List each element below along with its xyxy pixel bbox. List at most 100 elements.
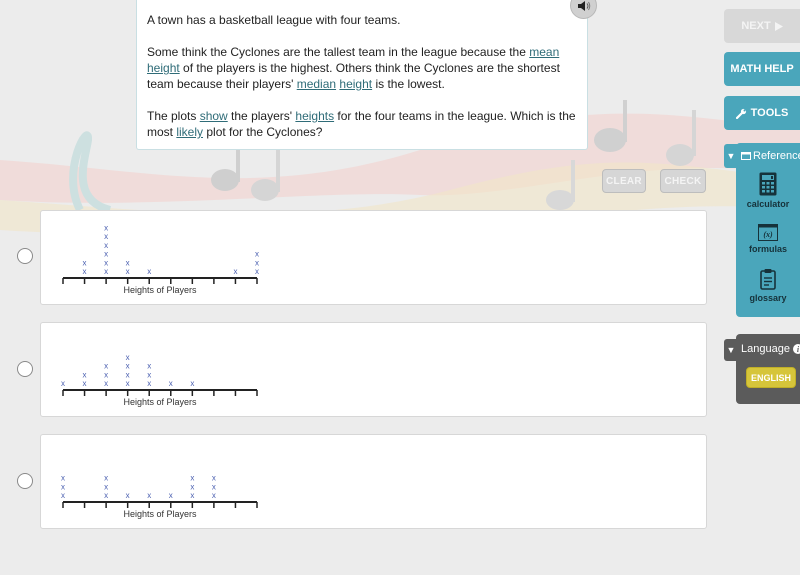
data-point-x: x xyxy=(255,267,259,276)
glossary-tool[interactable]: glossary xyxy=(736,268,800,303)
glossary-term-link[interactable]: heights xyxy=(295,109,334,123)
language-collapse-toggle[interactable]: ▼ xyxy=(724,339,738,361)
dot-plot-3: xxxxxxx x x xxxxxxHeights of Players xyxy=(61,474,258,519)
data-point-x: x xyxy=(147,379,151,388)
glossary-term-link[interactable]: height xyxy=(339,77,372,91)
option-3-card[interactable]: x x x x x x x x x x x x x x x Heights of Players xyxy=(40,434,707,529)
question-paragraph: A town has a basketball league with four… xyxy=(147,12,577,28)
formulas-tool[interactable]: (x) formulas xyxy=(736,224,800,254)
data-point-x: x xyxy=(212,474,216,483)
next-button[interactable]: NEXT xyxy=(724,9,800,43)
x-axis-label: Heights of Players xyxy=(123,285,197,295)
glossary-label: glossary xyxy=(749,293,787,303)
data-point-x: x xyxy=(104,491,108,500)
question-text: the players' xyxy=(227,109,296,123)
glossary-term-link[interactable]: height xyxy=(147,61,180,75)
data-point-x: x xyxy=(104,241,108,250)
question-paragraph: Some think the Cyclones are the tallest … xyxy=(147,44,577,92)
data-point-x: x xyxy=(255,250,259,259)
option-2-radio[interactable] xyxy=(17,361,33,377)
calculator-label: calculator xyxy=(746,199,790,209)
data-point-x: x xyxy=(104,474,108,483)
language-title: Language i xyxy=(741,343,800,355)
glossary-term-link[interactable]: likely xyxy=(176,125,203,139)
data-point-x: x xyxy=(61,474,65,483)
wrench-icon xyxy=(735,108,746,119)
glossary-icon xyxy=(760,269,776,290)
data-point-x: x xyxy=(104,250,108,259)
question-text: The plots xyxy=(147,109,200,123)
x-axis-label: Heights of Players xyxy=(123,509,197,519)
data-point-x: x xyxy=(104,379,108,388)
data-point-x: x xyxy=(147,267,151,276)
data-point-x: x xyxy=(126,362,130,371)
data-point-x: x xyxy=(104,258,108,267)
data-point-x: x xyxy=(126,258,130,267)
dot-plot-1: xxxxxxxxxxx x xxxHeights of Players xyxy=(62,224,259,295)
svg-text:(x): (x) xyxy=(763,230,773,239)
data-point-x: x xyxy=(126,491,130,500)
data-point-x: x xyxy=(104,370,108,379)
data-point-x: x xyxy=(83,258,87,267)
data-point-x: x xyxy=(190,379,194,388)
data-point-x: x xyxy=(212,491,216,500)
glossary-term-link[interactable]: show xyxy=(200,109,228,123)
glossary-term-link[interactable]: median xyxy=(297,77,336,91)
play-arrow-icon xyxy=(774,21,783,31)
english-language-button[interactable]: ENGLISH xyxy=(746,367,796,388)
formulas-label: formulas xyxy=(748,244,787,254)
question-text: Some think the Cyclones are the tallest … xyxy=(147,45,530,59)
math-help-button[interactable]: MATH HELP xyxy=(724,52,800,86)
data-point-x: x xyxy=(61,379,65,388)
tools-label: TOOLS xyxy=(750,107,789,119)
data-point-x: x xyxy=(104,232,108,241)
data-point-x: x xyxy=(104,267,108,276)
question-card: A town has a basketball league with four… xyxy=(136,0,588,150)
option-3-radio[interactable] xyxy=(17,473,33,489)
tools-button[interactable]: TOOLS xyxy=(724,96,800,130)
data-point-x: x xyxy=(233,267,237,276)
data-point-x: x xyxy=(169,491,173,500)
x-axis-label: Heights of Players xyxy=(123,397,197,407)
data-point-x: x xyxy=(190,491,194,500)
data-point-x: x xyxy=(83,267,87,276)
calculator-tool[interactable]: calculator xyxy=(736,172,800,209)
check-button[interactable]: CHECK xyxy=(660,169,706,193)
data-point-x: x xyxy=(147,370,151,379)
data-point-x: x xyxy=(61,491,65,500)
data-point-x: x xyxy=(104,362,108,371)
data-point-x: x xyxy=(169,379,173,388)
data-point-x: x xyxy=(126,370,130,379)
clear-button[interactable]: CLEAR xyxy=(602,169,646,193)
data-point-x: x xyxy=(212,482,216,491)
data-point-x: x xyxy=(190,474,194,483)
question-text: is the lowest. xyxy=(372,77,445,91)
math-help-label: MATH HELP xyxy=(730,63,794,75)
reference-icon xyxy=(741,152,751,160)
data-point-x: x xyxy=(83,379,87,388)
dot-plot-2: x xxxxxxxxxxxxx xHeights of Players xyxy=(61,353,258,407)
data-point-x: x xyxy=(126,379,130,388)
calculator-icon xyxy=(759,172,777,196)
option-1-radio[interactable] xyxy=(17,248,33,264)
formulas-icon: (x) xyxy=(758,224,778,241)
data-point-x: x xyxy=(104,482,108,491)
reference-title: Reference xyxy=(741,150,800,162)
option-1-card[interactable]: x x x x x x x x x x x x x x x Heights of Players xyxy=(40,210,707,305)
data-point-x: x xyxy=(190,482,194,491)
next-label: NEXT xyxy=(741,20,771,32)
info-icon[interactable]: i xyxy=(792,344,800,354)
data-point-x: x xyxy=(83,370,87,379)
question-text: A town has a basketball league with four… xyxy=(147,13,401,27)
speaker-icon xyxy=(577,0,590,11)
data-point-x: x xyxy=(61,482,65,491)
question-paragraph: The plots show the players' heights for … xyxy=(147,108,577,140)
option-2-card[interactable]: x x x x x x x x x x x x x x x Heights of Players xyxy=(40,322,707,417)
data-point-x: x xyxy=(147,491,151,500)
glossary-term-link[interactable]: mean xyxy=(529,45,559,59)
data-point-x: x xyxy=(126,267,130,276)
data-point-x: x xyxy=(126,353,130,362)
question-text: plot for the Cyclones? xyxy=(203,125,323,139)
reference-collapse-toggle[interactable]: ▼ xyxy=(724,144,738,168)
data-point-x: x xyxy=(255,258,259,267)
